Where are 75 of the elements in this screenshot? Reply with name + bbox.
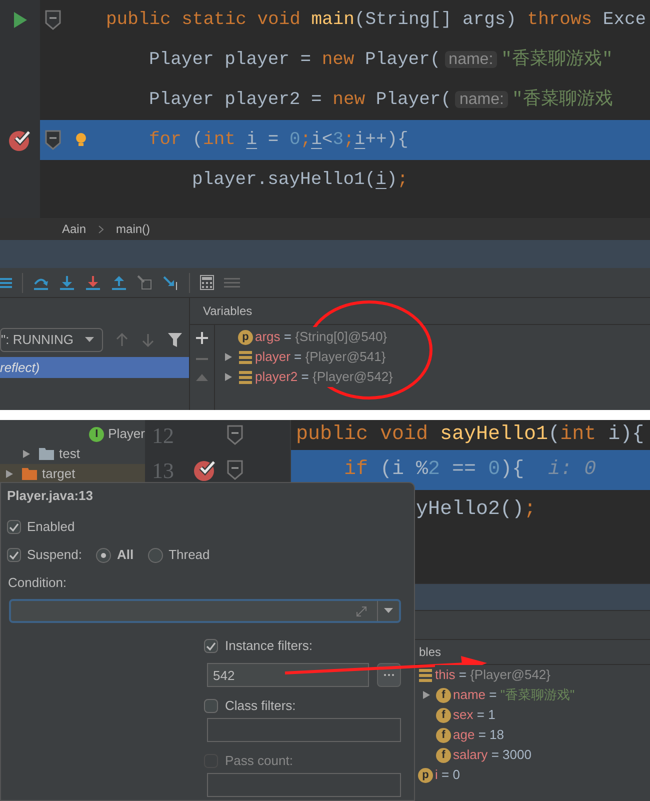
checkbox-label[interactable]: Instance filters: bbox=[225, 636, 312, 656]
stacked-bars-icon bbox=[419, 668, 432, 682]
down-arrow-icon[interactable] bbox=[59, 274, 75, 290]
caret-icon bbox=[85, 337, 94, 343]
breakpoint-icon[interactable] bbox=[192, 458, 218, 482]
fold-icon[interactable] bbox=[45, 130, 61, 150]
filter-field[interactable]: 542 bbox=[207, 663, 369, 687]
checkbox[interactable] bbox=[7, 548, 21, 562]
expand-arrow-icon[interactable] bbox=[422, 690, 430, 700]
fold-icon[interactable] bbox=[45, 10, 61, 30]
cursor-arrow-icon[interactable] bbox=[163, 274, 179, 290]
expand-icon[interactable] bbox=[356, 606, 367, 616]
tree-item[interactable]: Player bbox=[108, 424, 145, 444]
radio-label[interactable]: All bbox=[116, 545, 134, 565]
panel-title: bles bbox=[419, 644, 442, 661]
field-label: Condition: bbox=[8, 574, 67, 592]
up-arrow-icon[interactable] bbox=[111, 274, 127, 290]
code-line: public static void main(String[] args) throws Exce bbox=[106, 10, 646, 30]
radio-label[interactable]: Thread bbox=[168, 545, 210, 565]
badge-icon: p bbox=[418, 768, 433, 782]
variable-text[interactable]: player = {Player@541} bbox=[255, 347, 386, 367]
badge-icon: f bbox=[436, 708, 451, 722]
run-icon[interactable] bbox=[12, 11, 28, 29]
filter-icon[interactable] bbox=[168, 333, 182, 347]
fold-icon[interactable] bbox=[227, 425, 243, 445]
caret-icon bbox=[384, 608, 393, 614]
radio[interactable] bbox=[96, 548, 111, 562]
code-line: yHello2(); bbox=[416, 497, 536, 523]
stacked-bars-icon bbox=[239, 350, 252, 364]
variable-text[interactable]: this = {Player@542} bbox=[435, 665, 550, 685]
up-triangle-icon[interactable] bbox=[196, 374, 208, 381]
frame-arrow-icon[interactable] bbox=[137, 274, 153, 290]
down-arrow-icon[interactable] bbox=[85, 274, 101, 290]
checkbox-label[interactable]: Enabled bbox=[27, 517, 75, 537]
breadcrumb-item[interactable]: main() bbox=[116, 220, 150, 238]
badge-icon: I bbox=[89, 426, 104, 442]
calculator-icon[interactable] bbox=[200, 275, 214, 290]
badge-icon: f bbox=[436, 688, 451, 702]
up-arrow-icon[interactable] bbox=[116, 333, 128, 347]
filter-field[interactable] bbox=[207, 718, 401, 742]
popup-title: Player.java:13 bbox=[7, 487, 94, 506]
lines-icon[interactable] bbox=[224, 276, 240, 290]
lightbulb-icon[interactable] bbox=[75, 132, 87, 148]
code-line: Player player2 = new Player( name: "香菜聊游戏 bbox=[149, 90, 613, 110]
checkbox[interactable] bbox=[204, 639, 218, 653]
plus-icon[interactable] bbox=[196, 332, 208, 344]
frame-item[interactable]: reflect) bbox=[0, 357, 189, 378]
badge-icon: p bbox=[238, 330, 253, 344]
panel-title: Variables bbox=[203, 303, 252, 320]
stacked-bars-icon bbox=[239, 370, 252, 384]
folder-icon bbox=[39, 448, 54, 460]
thread-dropdown[interactable]: ": RUNNING bbox=[0, 328, 103, 352]
variable-text[interactable]: player2 = {Player@542} bbox=[255, 367, 393, 387]
code-line: if (i %2 == 0){ i: 0 bbox=[344, 457, 596, 483]
badge-icon: f bbox=[436, 728, 451, 742]
folder-icon bbox=[22, 468, 37, 480]
checkbox[interactable] bbox=[204, 699, 218, 713]
code-line: player.sayHello1(i); bbox=[192, 170, 408, 190]
chevron-icon bbox=[98, 224, 104, 234]
code-line: public void sayHello1(int i){ bbox=[296, 422, 644, 448]
code-line: for (int i = 0;i<3;i++){ bbox=[149, 130, 408, 150]
checkbox-label[interactable]: Class filters: bbox=[225, 696, 296, 716]
checkbox[interactable] bbox=[7, 520, 21, 534]
tree-item[interactable]: test bbox=[59, 444, 80, 464]
code-line: Player player = new Player( name: "香菜聊游戏" bbox=[149, 50, 613, 70]
checkbox-label[interactable]: Suspend: bbox=[27, 545, 82, 565]
breakpoint-icon[interactable] bbox=[7, 128, 33, 152]
condition-field[interactable] bbox=[9, 599, 401, 623]
radio[interactable] bbox=[148, 548, 163, 562]
fold-icon[interactable] bbox=[227, 460, 243, 480]
breadcrumb-item[interactable]: Aain bbox=[62, 220, 86, 238]
variable-text[interactable]: args = {String[0]@540} bbox=[255, 327, 388, 347]
badge-icon: f bbox=[436, 748, 451, 762]
down-arrow-icon[interactable] bbox=[142, 333, 154, 347]
menu-icon[interactable] bbox=[0, 276, 12, 288]
